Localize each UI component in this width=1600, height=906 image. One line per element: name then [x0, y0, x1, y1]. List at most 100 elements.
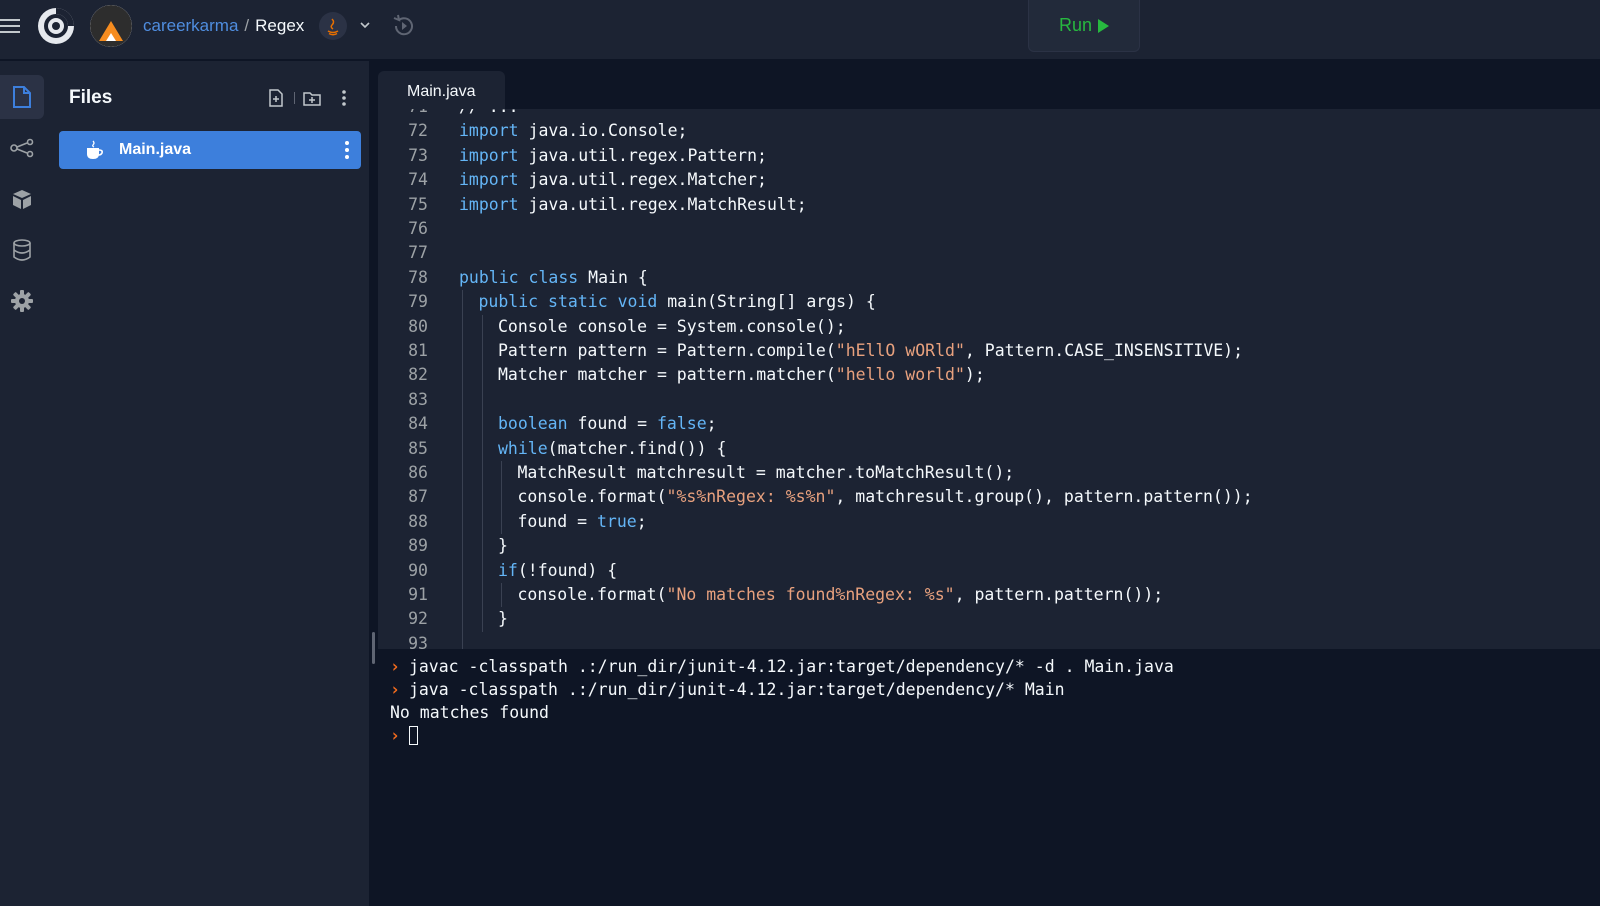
file-item-main-java[interactable]: Main.java: [59, 131, 361, 169]
indent-guide: [462, 607, 463, 632]
keyword-token: import: [459, 194, 519, 214]
line-number: 73: [408, 145, 428, 165]
code-line: 85 while(matcher.find()) {: [378, 437, 1600, 461]
new-folder-icon[interactable]: [302, 88, 322, 108]
file-more-icon[interactable]: [341, 139, 353, 161]
keyword-token: boolean: [498, 414, 568, 434]
avatar[interactable]: [90, 5, 132, 47]
code-line: 78 public class Main {: [378, 266, 1600, 290]
indent-guide: [462, 583, 463, 608]
terminal-cursor[interactable]: [408, 726, 418, 745]
code-token: , pattern.pattern());: [954, 585, 1164, 604]
code-text: Matcher matcher = pattern.matcher("hello…: [498, 363, 985, 387]
line-number: 86: [408, 463, 428, 482]
keyword-token: true: [596, 511, 637, 531]
code-text: import java.util.regex.Matcher;: [459, 168, 767, 192]
code-text: import java.util.regex.Pattern;: [459, 144, 767, 168]
string-token: "hEllO wORld": [835, 341, 965, 360]
indent-guide: [462, 412, 463, 437]
console-line: ›: [390, 724, 418, 747]
indent-guide: [481, 534, 483, 559]
line-number: 80: [408, 316, 428, 336]
keyword-token: public static void: [478, 292, 658, 312]
java-language-icon[interactable]: [319, 12, 347, 40]
line-number: 79: [408, 292, 428, 312]
console-pane[interactable]: › javac -classpath .:/run_dir/junit-4.12.…: [378, 650, 1600, 906]
string-token: "%s%nRegex: %s%n": [666, 487, 836, 507]
prompt-icon: ›: [390, 680, 400, 699]
sidebar-item-settings[interactable]: [0, 279, 44, 323]
editor-pane: Main.java 71 // ... 72 import java.io.Conso…: [378, 61, 1600, 649]
indent-guide: [462, 290, 463, 315]
sidebar-item-version-control[interactable]: [0, 126, 44, 170]
code-token: console.format(: [517, 585, 667, 604]
more-options-icon[interactable]: [334, 88, 354, 108]
code-line: 77: [378, 241, 1600, 265]
version-control-icon: [10, 138, 34, 158]
line-number: 81: [408, 341, 428, 360]
console-line: › javac -classpath .:/run_dir/junit-4.12.…: [390, 655, 1174, 678]
panel-resize-handle[interactable]: [372, 632, 375, 664]
sidebar-item-packages[interactable]: [0, 177, 44, 221]
code-text: }: [498, 607, 508, 631]
code-line: 71 // ...: [378, 109, 1600, 119]
indent-guide: [481, 314, 483, 339]
code-token: Matcher matcher = pattern.matcher(: [498, 365, 836, 385]
sidebar-item-database[interactable]: [0, 228, 44, 272]
code-text: found = true;: [518, 510, 647, 534]
replit-logo-icon[interactable]: [36, 6, 76, 46]
code-token: found =: [567, 414, 657, 434]
keyword-token: if: [498, 560, 518, 580]
repl-name[interactable]: Regex: [255, 16, 304, 35]
code-line: 84 boolean found = false;: [378, 412, 1600, 436]
files-panel: Files Main.java: [44, 61, 369, 906]
console-text: java -classpath .:/run_dir/junit-4.12.ja…: [408, 680, 1065, 699]
chevron-down-icon[interactable]: [358, 18, 372, 32]
line-number: 77: [408, 243, 428, 263]
code-token: ;: [706, 414, 717, 434]
code-token: }: [498, 609, 508, 629]
console-line: No matches found: [390, 701, 549, 724]
code-token: java.util.regex.MatchResult;: [518, 194, 807, 214]
string-token: "hello world": [835, 365, 965, 385]
indent-guide: [481, 339, 483, 364]
sidebar-item-files[interactable]: [0, 75, 44, 119]
owner-link[interactable]: careerkarma: [143, 16, 238, 35]
code-token: java.util.regex.Pattern;: [518, 145, 767, 165]
line-number: 93: [408, 633, 428, 649]
code-token: console.format(: [517, 487, 667, 507]
toolbar-divider: [294, 92, 295, 104]
menu-icon[interactable]: [0, 16, 22, 36]
code-line: 80 Console console = System.console();: [378, 315, 1600, 339]
java-file-icon: [87, 140, 103, 159]
code-line: 87 console.format("%s%nRegex: %s%n", matc…: [378, 485, 1600, 509]
prompt-icon: ›: [390, 726, 400, 745]
code-line: 88 found = true;: [378, 510, 1600, 534]
code-token: ;: [636, 511, 647, 531]
line-number: 71: [378, 109, 428, 119]
indent-guide: [501, 583, 502, 608]
line-number: 87: [408, 487, 428, 507]
code-line: 82 Matcher matcher = pattern.matcher("hel…: [378, 363, 1600, 387]
line-number: 89: [408, 536, 428, 556]
line-number: 92: [408, 609, 428, 629]
run-label: Run: [1058, 15, 1093, 35]
new-file-icon[interactable]: [266, 88, 286, 108]
line-number: 85: [408, 438, 428, 458]
play-icon: [1098, 18, 1110, 33]
code-line: 93: [378, 632, 1600, 649]
file-name: Main.java: [119, 141, 192, 158]
code-token: java.util.regex.Matcher;: [518, 170, 767, 190]
tab-main-java[interactable]: Main.java: [378, 71, 505, 109]
code-editor[interactable]: 71 // ... 72 import java.io.Console; 73 impor…: [378, 109, 1600, 649]
code-token: (!found) {: [517, 560, 618, 580]
code-text: }: [498, 534, 508, 558]
code-text: import java.io.Console;: [459, 119, 688, 143]
run-button[interactable]: Run: [1028, 0, 1140, 52]
history-icon[interactable]: [390, 12, 418, 40]
code-line: 89}: [378, 534, 1600, 558]
code-line: 81 Pattern pattern = Pattern.compile("hEl…: [378, 339, 1600, 363]
code-line: 76: [378, 217, 1600, 241]
line-number: 72: [408, 121, 428, 141]
editor-tabs: Main.java: [378, 71, 1600, 109]
